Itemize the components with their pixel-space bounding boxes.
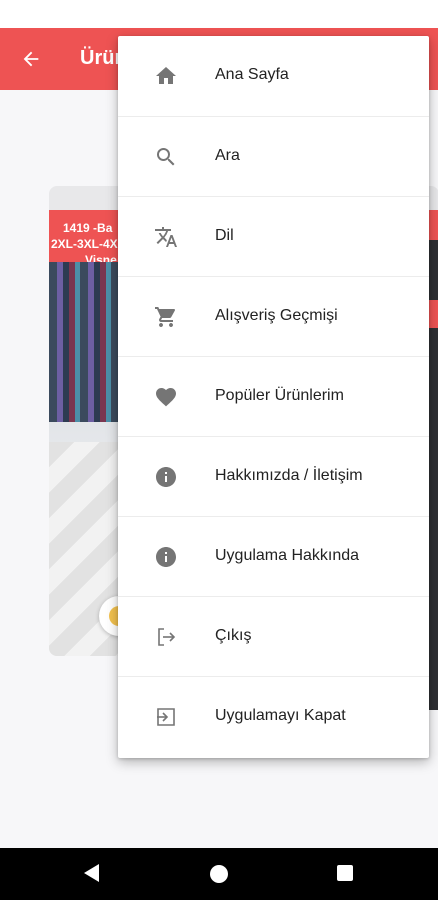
menu-item-home[interactable]: Ana Sayfa: [118, 36, 429, 116]
status-bar: [0, 0, 438, 28]
menu-item-label: Ara: [215, 147, 240, 164]
menu-item-label: Dil: [215, 227, 234, 244]
menu-item-label: Popüler Ürünlerim: [215, 387, 344, 404]
back-button[interactable]: [16, 44, 46, 74]
menu-item-about-contact[interactable]: Hakkımızda / İletişim: [118, 436, 429, 516]
menu-item-about-app[interactable]: Uygulama Hakkında: [118, 516, 429, 596]
translate-icon: [154, 225, 178, 249]
menu-item-logout[interactable]: Çıkış: [118, 596, 429, 676]
menu-item-purchase-history[interactable]: Alışveriş Geçmişi: [118, 276, 429, 356]
nav-home-icon[interactable]: [210, 865, 228, 883]
info-icon: [154, 465, 178, 489]
nav-recents-icon[interactable]: [337, 865, 353, 881]
home-icon: [154, 64, 178, 88]
clothing-rack: [49, 262, 119, 422]
menu-item-close-app[interactable]: Uygulamayı Kapat: [118, 676, 429, 756]
close-app-icon: [154, 705, 178, 729]
menu-item-label: Alışveriş Geçmişi: [215, 307, 338, 324]
menu-item-label: Ana Sayfa: [215, 66, 289, 83]
info-icon: [154, 545, 178, 569]
menu-item-label: Çıkış: [215, 627, 252, 644]
logout-icon: [154, 625, 178, 649]
menu-item-search[interactable]: Ara: [118, 116, 429, 196]
heart-icon: [154, 385, 178, 409]
nav-back-icon[interactable]: [84, 864, 99, 882]
menu-item-language[interactable]: Dil: [118, 196, 429, 276]
search-icon: [154, 145, 178, 169]
menu-item-popular-products[interactable]: Popüler Ürünlerim: [118, 356, 429, 436]
menu-item-label: Hakkımızda / İletişim: [215, 467, 363, 484]
overflow-menu: Ana Sayfa Ara Dil Alışveriş Geçmişi Popü…: [118, 36, 429, 758]
cart-icon: [154, 305, 178, 329]
menu-item-label: Uygulama Hakkında: [215, 547, 360, 564]
menu-item-label: Uygulamayı Kapat: [215, 707, 346, 724]
arrow-left-icon: [23, 51, 39, 67]
system-nav-bar: [0, 848, 438, 900]
